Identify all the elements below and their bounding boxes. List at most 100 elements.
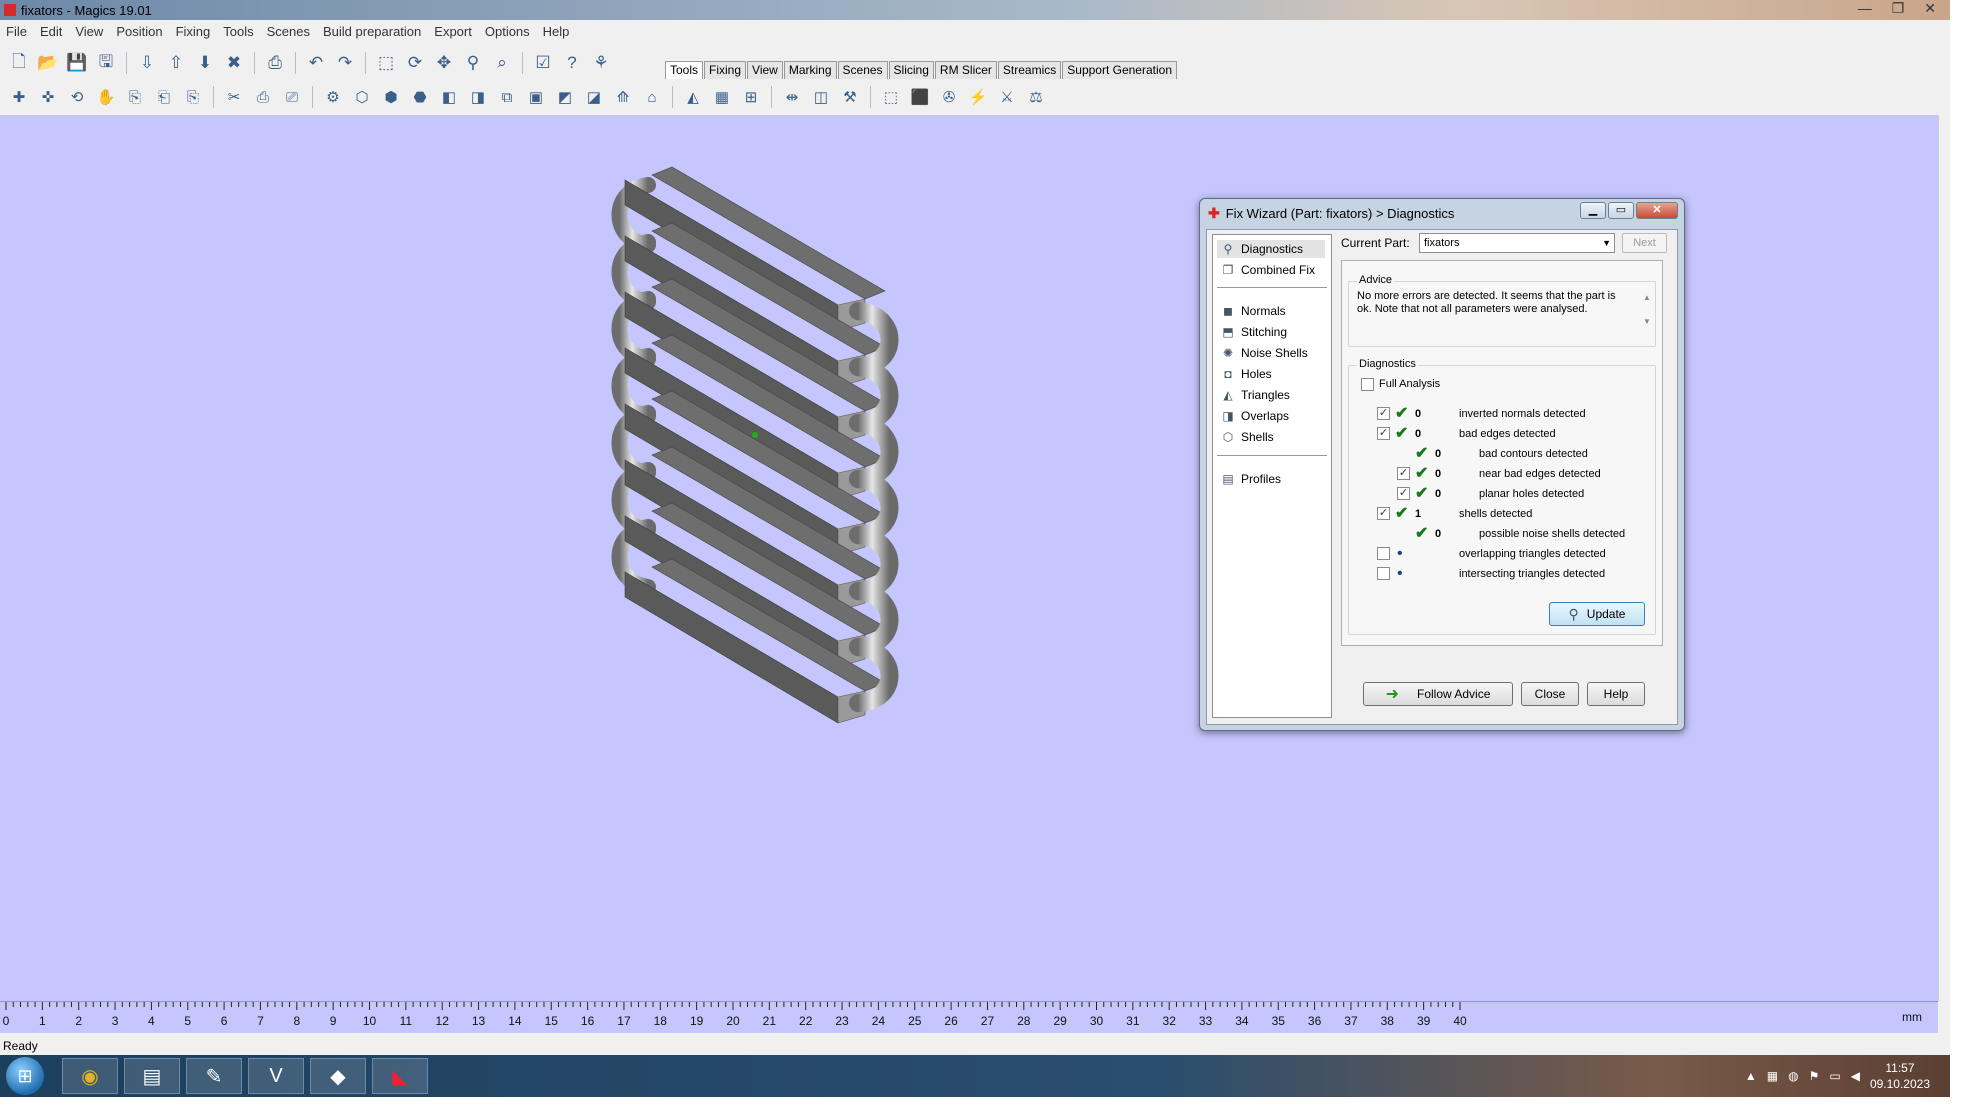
tool-1-icon[interactable]: ✚ (6, 84, 32, 110)
redo-icon[interactable]: ↷ (332, 50, 358, 76)
tool-2-icon[interactable]: ✜ (35, 84, 61, 110)
menu-view[interactable]: View (75, 24, 103, 39)
tool-30-icon[interactable]: ⬛ (907, 84, 933, 110)
tool-3-icon[interactable]: ⟲ (64, 84, 90, 110)
tool-22-icon[interactable]: ⌂ (639, 84, 665, 110)
menu-scenes[interactable]: Scenes (267, 24, 310, 39)
magics-icon[interactable]: ◣ (372, 1058, 428, 1094)
diagnostic-checkbox[interactable]: ✓ (1397, 467, 1410, 480)
load-icon[interactable]: ⬇ (192, 50, 218, 76)
tool-34-icon[interactable]: ⚖ (1023, 84, 1049, 110)
tab-slicing[interactable]: Slicing (888, 61, 934, 79)
tool-26-icon[interactable]: ⇹ (779, 84, 805, 110)
menu-fixing[interactable]: Fixing (176, 24, 211, 39)
fixators-part[interactable] (611, 166, 899, 724)
undo-icon[interactable]: ↶ (303, 50, 329, 76)
nav-item-triangles[interactable]: ◭ Triangles (1220, 386, 1290, 404)
print-icon[interactable]: ⎙ (262, 50, 288, 76)
tool-21-icon[interactable]: ⟰ (610, 84, 636, 110)
close-button[interactable]: ✕ (1924, 0, 1936, 17)
save-as-icon[interactable]: 🖫 (93, 50, 119, 76)
tool-24-icon[interactable]: ▦ (709, 84, 735, 110)
diagnostic-checkbox[interactable] (1377, 547, 1390, 560)
nav-item-normals[interactable]: ◼ Normals (1220, 302, 1286, 320)
open-icon[interactable]: 📂 (35, 50, 61, 76)
volume-icon[interactable]: ◀ (1851, 1069, 1860, 1083)
select-icon[interactable]: ⬚ (373, 50, 399, 76)
app-icon[interactable]: ◆ (310, 1058, 366, 1094)
diagnostic-checkbox[interactable]: ✓ (1397, 487, 1410, 500)
nav-item-holes[interactable]: ◘ Holes (1220, 365, 1271, 383)
help-icon[interactable]: ? (559, 50, 585, 76)
chrome-icon[interactable]: ◉ (62, 1058, 118, 1094)
tool-14-icon[interactable]: ⬣ (407, 84, 433, 110)
tool-31-icon[interactable]: ✇ (936, 84, 962, 110)
menu-export[interactable]: Export (434, 24, 472, 39)
paint-icon[interactable]: ✎ (186, 1058, 242, 1094)
tool-20-icon[interactable]: ◪ (581, 84, 607, 110)
dialog-maximize-button[interactable]: ▭ (1608, 202, 1634, 219)
tab-rm-slicer[interactable]: RM Slicer (934, 61, 997, 79)
diagnostic-checkbox[interactable]: ✓ (1377, 427, 1390, 440)
import-icon[interactable]: ⇩ (134, 50, 160, 76)
tool-33-icon[interactable]: ⚔ (994, 84, 1020, 110)
pan-icon[interactable]: ✥ (431, 50, 457, 76)
dialog-minimize-button[interactable]: ▁ (1580, 202, 1606, 219)
nav-item-noise-shells[interactable]: ✺ Noise Shells (1220, 344, 1308, 362)
tool-32-icon[interactable]: ⚡ (965, 84, 991, 110)
tool-9-icon[interactable]: ⎙ (250, 84, 276, 110)
start-button[interactable]: ⊞ (6, 1057, 44, 1095)
tool-29-icon[interactable]: ⬚ (878, 84, 904, 110)
zoom-icon[interactable]: ⚲ (460, 50, 486, 76)
tab-streamics[interactable]: Streamics (997, 61, 1062, 79)
nav-item-diagnostics[interactable]: ⚲ Diagnostics (1217, 240, 1325, 258)
tool-25-icon[interactable]: ⊞ (738, 84, 764, 110)
current-part-select[interactable]: fixators ▼ (1419, 233, 1615, 253)
close-dialog-button[interactable]: Close (1521, 682, 1579, 706)
tool-15-icon[interactable]: ◧ (436, 84, 462, 110)
tray-expand-icon[interactable]: ▲ (1745, 1069, 1757, 1083)
tool-18-icon[interactable]: ▣ (523, 84, 549, 110)
tab-fixing[interactable]: Fixing (704, 61, 747, 79)
nav-item-stitching[interactable]: ⬒ Stitching (1220, 323, 1287, 341)
rotate-icon[interactable]: ⟳ (402, 50, 428, 76)
tab-tools[interactable]: Tools (665, 61, 704, 79)
menu-help[interactable]: Help (543, 24, 570, 39)
minimize-button[interactable]: — (1858, 0, 1872, 17)
tab-support-generation[interactable]: Support Generation (1062, 61, 1178, 79)
menu-tools[interactable]: Tools (223, 24, 253, 39)
flag-icon[interactable]: ⚑ (1809, 1069, 1820, 1083)
nav-item-overlaps[interactable]: ◨ Overlaps (1220, 407, 1289, 425)
tool-23-icon[interactable]: ◭ (680, 84, 706, 110)
tool-16-icon[interactable]: ◨ (465, 84, 491, 110)
nav-item-shells[interactable]: ⬡ Shells (1220, 428, 1274, 446)
follow-advice-button[interactable]: ➜ Follow Advice (1363, 682, 1513, 706)
tab-scenes[interactable]: Scenes (837, 61, 888, 79)
update-button[interactable]: ⚲ Update (1549, 602, 1645, 626)
menu-build-preparation[interactable]: Build preparation (323, 24, 421, 39)
tool-12-icon[interactable]: ⬡ (349, 84, 375, 110)
viewport-scrollbar[interactable] (1938, 115, 1950, 1001)
vb-icon[interactable]: V (248, 1058, 304, 1094)
tool-11-icon[interactable]: ⚙ (320, 84, 346, 110)
tool-5-icon[interactable]: ⎘ (122, 84, 148, 110)
diagnostic-checkbox[interactable] (1377, 567, 1390, 580)
next-button[interactable]: Next (1622, 233, 1667, 253)
unload-icon[interactable]: ✖ (221, 50, 247, 76)
nav-item-combined-fix[interactable]: ❐ Combined Fix (1220, 261, 1315, 279)
advice-scrollbar[interactable]: ▲ ▼ (1641, 286, 1653, 336)
nav-item-profiles[interactable]: ▤ Profiles (1220, 470, 1281, 488)
zoom-fit-icon[interactable]: ⌕ (489, 50, 515, 76)
tool-28-icon[interactable]: ⚒ (837, 84, 863, 110)
tool-27-icon[interactable]: ◫ (808, 84, 834, 110)
tool-13-icon[interactable]: ⬢ (378, 84, 404, 110)
tool-10-icon[interactable]: ⎚ (279, 84, 305, 110)
maximize-button[interactable]: ❐ (1892, 0, 1905, 17)
menu-edit[interactable]: Edit (40, 24, 62, 39)
tool-19-icon[interactable]: ◩ (552, 84, 578, 110)
file-explorer-icon[interactable]: ▤ (124, 1058, 180, 1094)
globe-icon[interactable]: ◍ (1788, 1069, 1798, 1083)
menu-file[interactable]: File (6, 24, 27, 39)
network-icon[interactable]: ▦ (1767, 1069, 1778, 1083)
export-icon[interactable]: ⇧ (163, 50, 189, 76)
